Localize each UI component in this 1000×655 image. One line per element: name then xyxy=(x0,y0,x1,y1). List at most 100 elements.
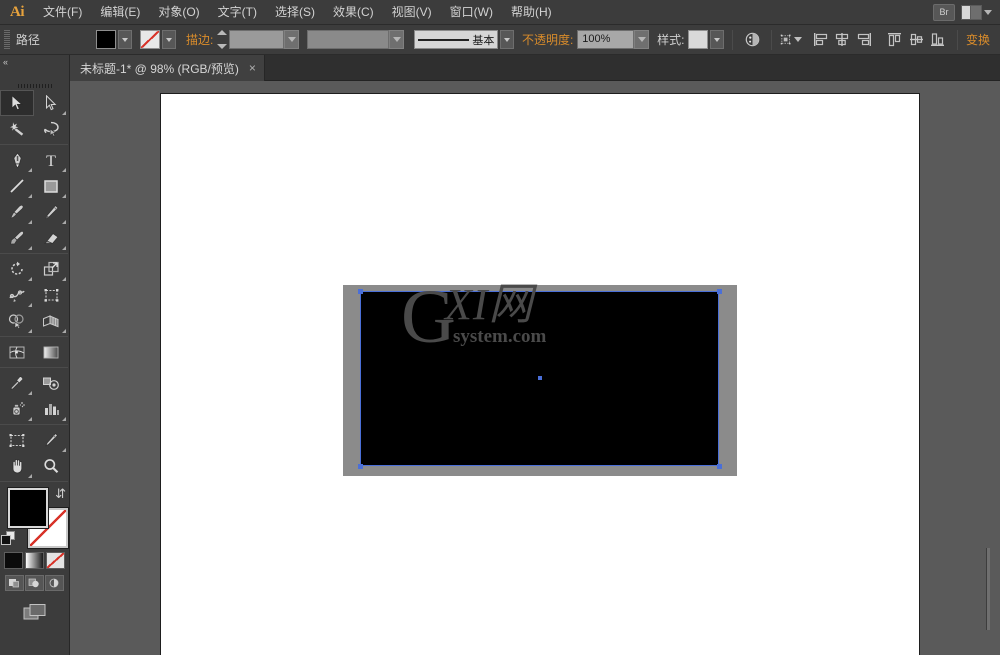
type-tool[interactable]: T xyxy=(34,147,68,173)
stroke-swatch-dropdown[interactable] xyxy=(162,30,176,49)
stroke-profile-input[interactable] xyxy=(307,30,389,49)
stroke-profile-group[interactable] xyxy=(307,30,404,49)
screen-mode-button[interactable] xyxy=(23,603,47,626)
recolor-artwork-icon[interactable] xyxy=(741,29,763,51)
rectangle-tool[interactable] xyxy=(34,173,68,199)
menu-file[interactable]: 文件(F) xyxy=(34,0,91,25)
draw-normal-button[interactable] xyxy=(5,575,24,591)
tool-grid-group-5 xyxy=(0,370,68,422)
pen-tool[interactable] xyxy=(0,147,34,173)
magic-wand-tool[interactable] xyxy=(0,116,34,142)
opacity-label: 不透明度: xyxy=(522,31,573,48)
selection-tool[interactable] xyxy=(0,90,34,116)
graphic-style-dropdown[interactable] xyxy=(710,30,724,49)
tools-panel-grip[interactable] xyxy=(0,81,69,90)
toolbox-fill-swatch[interactable] xyxy=(8,488,48,528)
menu-help[interactable]: 帮助(H) xyxy=(502,0,561,25)
tool-grid-group-6 xyxy=(0,427,68,479)
blob-brush-tool[interactable] xyxy=(0,225,34,251)
blend-tool[interactable] xyxy=(34,370,68,396)
fill-swatch[interactable] xyxy=(96,30,116,49)
line-segment-tool[interactable] xyxy=(0,173,34,199)
none-mode-button[interactable] xyxy=(46,552,65,569)
fill-swatch-group[interactable] xyxy=(96,30,132,49)
workspace-switcher[interactable] xyxy=(961,5,992,20)
align-left-icon[interactable] xyxy=(810,29,832,51)
draw-inside-button[interactable] xyxy=(45,575,64,591)
menu-edit[interactable]: 编辑(E) xyxy=(91,0,149,25)
mesh-tool[interactable] xyxy=(0,339,34,365)
swap-fill-stroke-icon[interactable]: ⇵ xyxy=(55,486,66,502)
hand-tool[interactable] xyxy=(0,453,34,479)
menu-select[interactable]: 选择(S) xyxy=(266,0,324,25)
selection-handle-bottom-left[interactable] xyxy=(358,464,363,469)
stroke-weight-label: 描边: xyxy=(186,31,213,48)
menu-window[interactable]: 窗口(W) xyxy=(441,0,502,25)
vertical-scrollbar[interactable] xyxy=(986,548,990,630)
gradient-tool[interactable] xyxy=(34,339,68,365)
eraser-tool[interactable] xyxy=(34,225,68,251)
canvas-area[interactable]: G XI网 system.com xyxy=(70,81,1000,655)
align-bottom-icon[interactable] xyxy=(927,29,949,51)
opacity-input[interactable]: 100% xyxy=(577,30,634,49)
align-right-icon[interactable] xyxy=(853,29,875,51)
fill-swatch-dropdown[interactable] xyxy=(118,30,132,49)
stroke-profile-dropdown[interactable] xyxy=(389,30,404,49)
rotate-tool[interactable] xyxy=(0,256,34,282)
isolate-object-icon[interactable] xyxy=(780,29,802,51)
column-graph-tool[interactable] xyxy=(34,396,68,422)
lasso-tool[interactable] xyxy=(34,116,68,142)
shape-builder-tool[interactable] xyxy=(0,308,34,334)
stroke-weight-dropdown[interactable] xyxy=(284,30,299,49)
direct-selection-tool[interactable] xyxy=(34,90,68,116)
graphic-style-swatch[interactable] xyxy=(688,30,708,49)
close-icon[interactable]: × xyxy=(249,62,256,74)
toolbox-collapse-strip[interactable]: « xyxy=(0,55,70,81)
pencil-tool[interactable] xyxy=(34,199,68,225)
free-transform-tool[interactable] xyxy=(34,282,68,308)
transform-link[interactable]: 变换 xyxy=(966,31,996,48)
collapse-panel-icon[interactable]: « xyxy=(3,57,7,67)
align-horizontal-center-icon[interactable] xyxy=(831,29,853,51)
stroke-weight-stepper[interactable] xyxy=(217,30,228,49)
menu-view[interactable]: 视图(V) xyxy=(383,0,441,25)
zoom-tool[interactable] xyxy=(34,453,68,479)
control-bar-grip[interactable] xyxy=(4,30,10,50)
stroke-swatch[interactable] xyxy=(140,30,160,49)
menu-effect[interactable]: 效果(C) xyxy=(324,0,383,25)
document-tab-bar: « 未标题-1* @ 98% (RGB/预览) × xyxy=(0,55,1000,81)
selection-handle-top-right[interactable] xyxy=(717,289,722,294)
perspective-grid-tool[interactable] xyxy=(34,308,68,334)
control-bar: 路径 描边: 基本 不透明度: 100% xyxy=(0,25,1000,55)
brush-definition-caret[interactable] xyxy=(500,30,514,49)
menu-type[interactable]: 文字(T) xyxy=(209,0,266,25)
align-vertical-center-icon[interactable] xyxy=(906,29,928,51)
gradient-mode-button[interactable] xyxy=(25,552,44,569)
document-tab[interactable]: 未标题-1* @ 98% (RGB/预览) × xyxy=(70,55,265,81)
style-group[interactable] xyxy=(688,30,724,49)
selection-handle-top-left[interactable] xyxy=(358,289,363,294)
opacity-group[interactable]: 100% xyxy=(577,30,649,49)
align-top-icon[interactable] xyxy=(884,29,906,51)
symbol-sprayer-tool[interactable] xyxy=(0,396,34,422)
width-warp-tool[interactable] xyxy=(0,282,34,308)
stroke-weight-group[interactable] xyxy=(217,30,299,49)
artboard-tool[interactable] xyxy=(0,427,34,453)
scale-tool[interactable] xyxy=(34,256,68,282)
color-mode-button[interactable] xyxy=(4,552,23,569)
stroke-swatch-group[interactable] xyxy=(140,30,176,49)
paintbrush-tool[interactable] xyxy=(0,199,34,225)
selection-handle-bottom-right[interactable] xyxy=(717,464,722,469)
menu-object[interactable]: 对象(O) xyxy=(149,0,208,25)
tool-grid-group-4 xyxy=(0,339,68,365)
draw-behind-button[interactable] xyxy=(25,575,44,591)
chevron-down-icon xyxy=(984,10,992,15)
bridge-button[interactable]: Br xyxy=(933,4,955,21)
stroke-weight-input[interactable] xyxy=(229,30,284,49)
slice-tool[interactable] xyxy=(34,427,68,453)
eyedropper-tool[interactable] xyxy=(0,370,34,396)
default-fill-stroke-icon[interactable] xyxy=(1,531,16,546)
brush-stroke-preview-icon xyxy=(418,39,469,41)
brush-definition-dropdown[interactable]: 基本 xyxy=(414,30,498,49)
opacity-dropdown[interactable] xyxy=(634,30,649,49)
